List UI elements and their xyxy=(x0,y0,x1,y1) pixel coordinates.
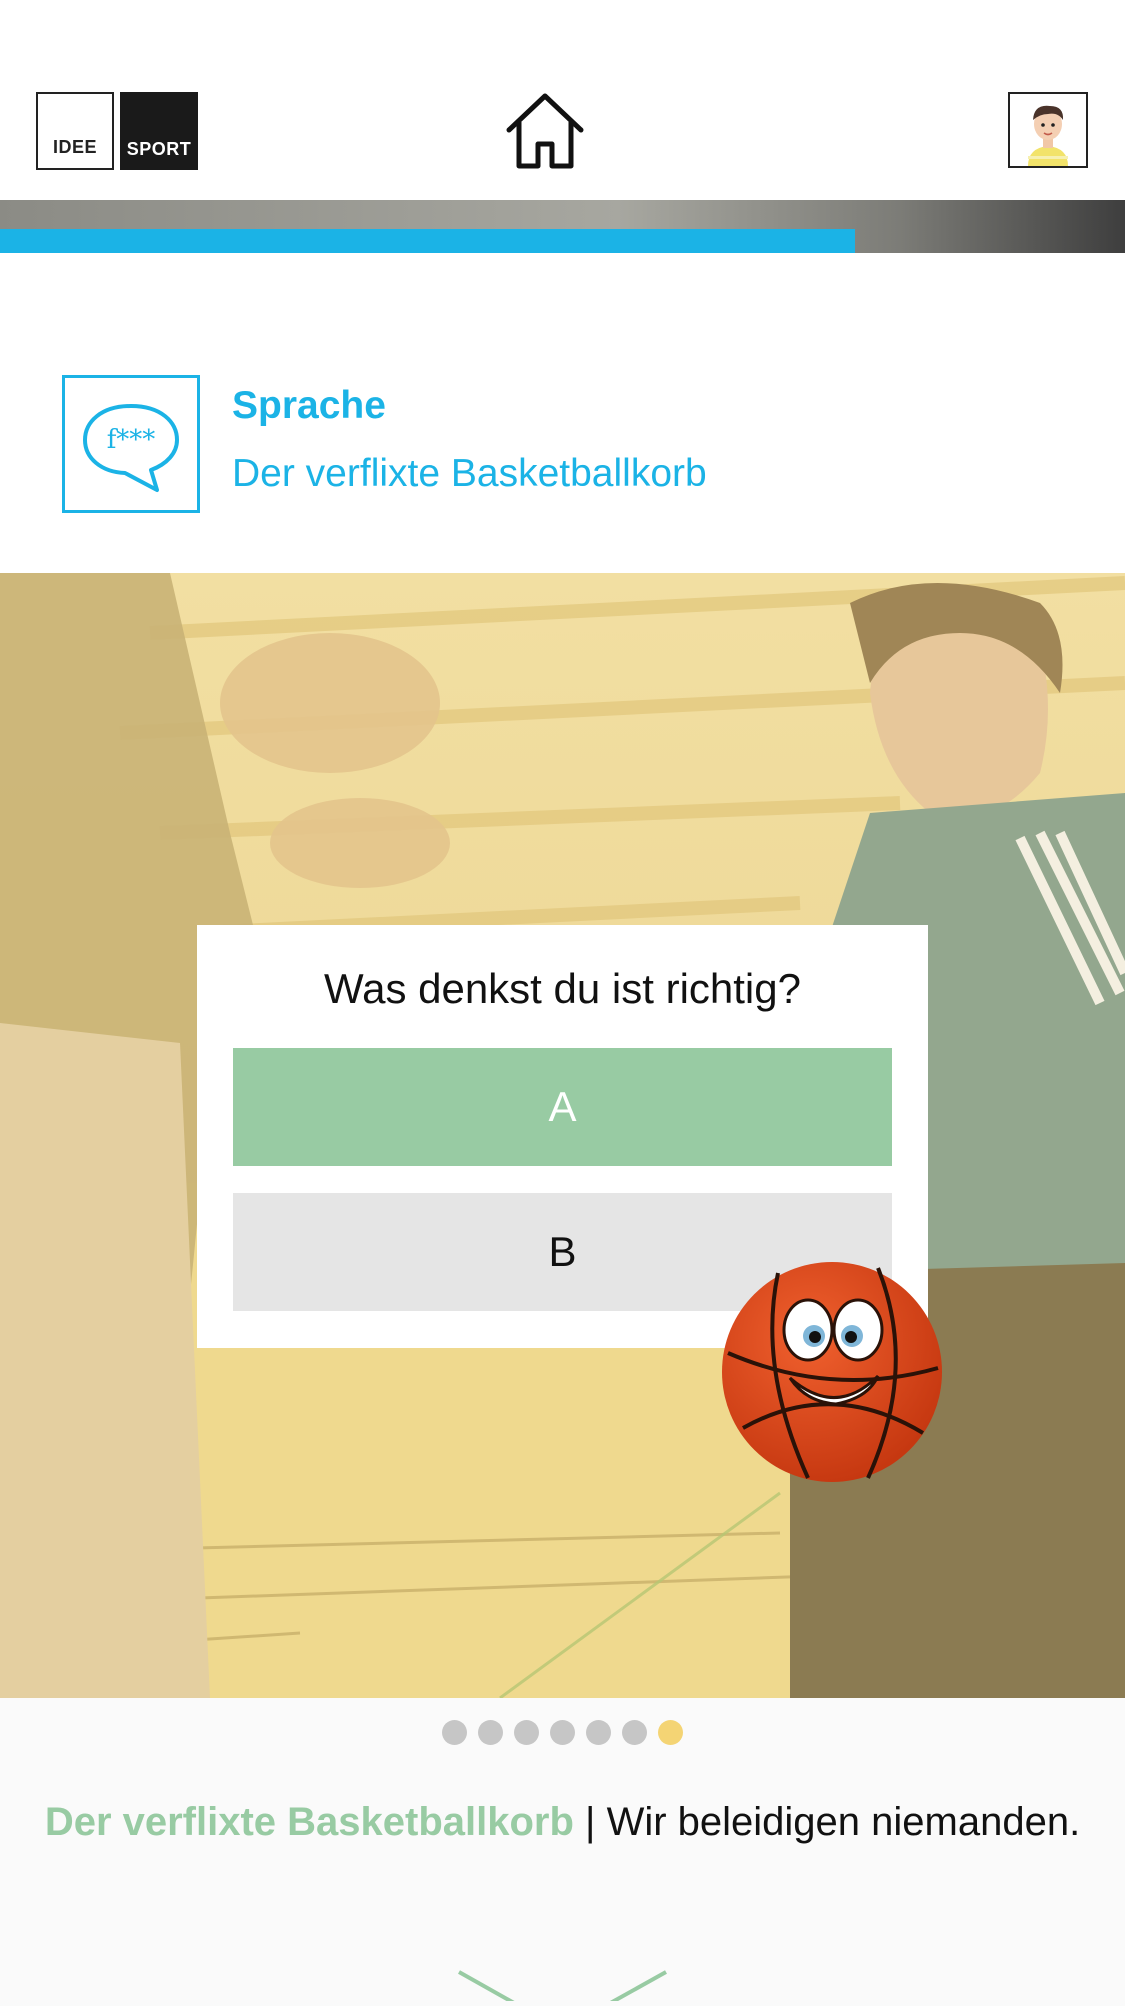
ideesport-logo: IDEE SPORT xyxy=(36,92,198,170)
page-indicator xyxy=(0,1720,1125,1745)
speech-bubble-text: f*** xyxy=(107,425,156,455)
logo-idee: IDEE xyxy=(36,92,114,170)
page-dot[interactable] xyxy=(586,1720,611,1745)
page-dot[interactable] xyxy=(658,1720,683,1745)
answer-a-button[interactable]: A xyxy=(233,1048,892,1166)
page-dot[interactable] xyxy=(442,1720,467,1745)
answer-b-label: B xyxy=(548,1228,577,1275)
home-button[interactable] xyxy=(503,88,587,172)
progress-bar xyxy=(0,229,855,253)
caption-highlight: Der verflixte Basketballkorb xyxy=(44,1800,574,1844)
chevron-down-icon xyxy=(458,1970,667,2006)
language-category-icon: f*** xyxy=(62,375,200,513)
quiz-question: Was denkst du ist richtig? xyxy=(324,965,801,1012)
caption-text: Wir beleidigen niemanden. xyxy=(606,1800,1081,1844)
avatar-icon xyxy=(1010,94,1086,166)
basketball-mascot xyxy=(718,1258,946,1486)
page-dot[interactable] xyxy=(550,1720,575,1745)
answer-a-label: A xyxy=(548,1083,577,1130)
lesson-title: Der verflixte Basketballkorb xyxy=(232,452,707,495)
basketball-mascot-icon xyxy=(722,1262,942,1482)
page-dot[interactable] xyxy=(622,1720,647,1745)
speech-bubble-icon: f*** xyxy=(83,404,179,492)
category-title: Sprache xyxy=(232,384,386,427)
scroll-down-button[interactable] xyxy=(455,1970,670,2006)
caption-separator: | xyxy=(573,1800,607,1844)
page-dot[interactable] xyxy=(514,1720,539,1745)
page-dot[interactable] xyxy=(478,1720,503,1745)
logo-sport: SPORT xyxy=(120,92,198,170)
profile-avatar-button[interactable] xyxy=(1008,92,1088,168)
lesson-caption: Der verflixte Basketballkorb | Wir belei… xyxy=(0,1800,1125,1845)
home-icon xyxy=(506,93,584,169)
